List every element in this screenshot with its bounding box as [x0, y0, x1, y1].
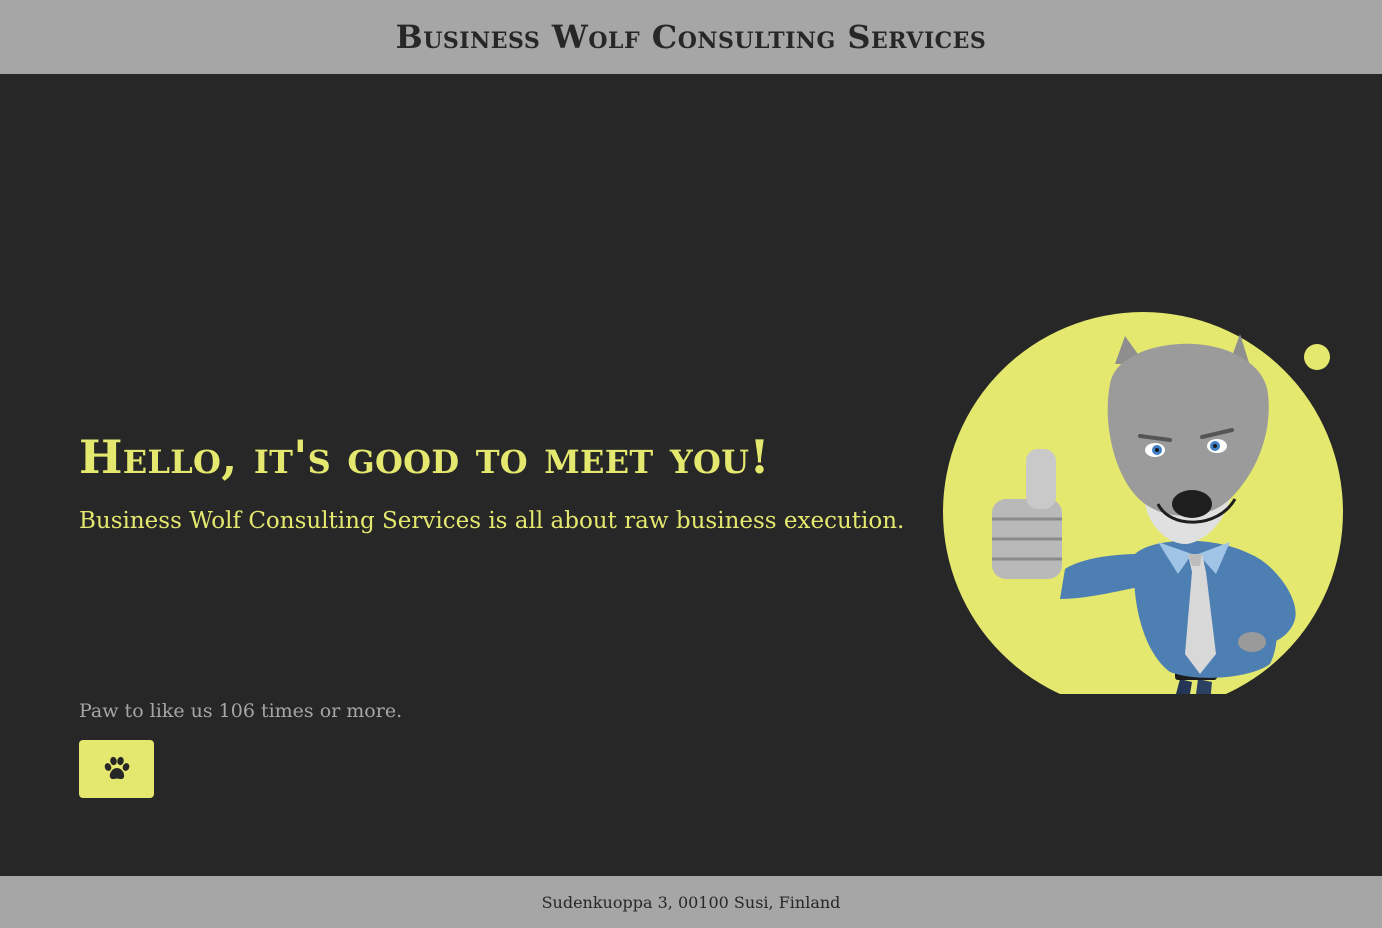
site-title: Business Wolf Consulting Services [395, 18, 987, 56]
footer-address: Sudenkuoppa 3, 00100 Susi, Finland [541, 892, 841, 912]
paw-icon [104, 756, 129, 780]
hero-subheading: Business Wolf Consulting Services is all… [79, 508, 905, 534]
wolf-mascot-illustration [943, 312, 1343, 694]
site-header: Business Wolf Consulting Services [0, 0, 1382, 74]
paw-like-button[interactable] [79, 740, 154, 798]
hero-section: Hello, it's good to meet you! Business W… [0, 74, 1382, 876]
backdrop-dot [1304, 344, 1330, 370]
hero-heading: Hello, it's good to meet you! [79, 430, 770, 484]
site-footer: Sudenkuoppa 3, 00100 Susi, Finland [0, 876, 1382, 928]
like-prompt: Paw to like us 106 times or more. [79, 700, 403, 722]
